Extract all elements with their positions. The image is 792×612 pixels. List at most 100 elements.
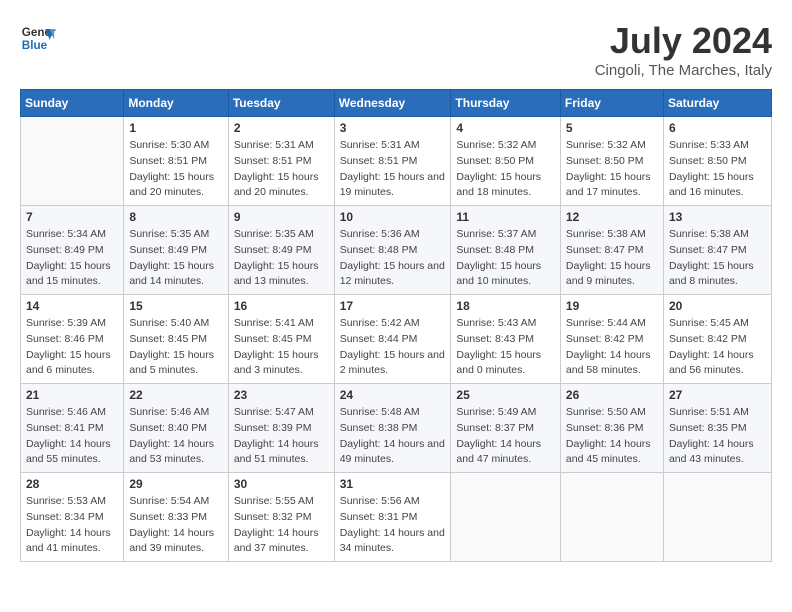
day-info: Sunrise: 5:34 AMSunset: 8:49 PMDaylight:… — [26, 227, 118, 290]
day-cell: 27 Sunrise: 5:51 AMSunset: 8:35 PMDayligh… — [663, 384, 771, 473]
day-number: 26 — [566, 388, 658, 402]
day-cell — [21, 117, 124, 206]
day-cell: 17Sunrise: 5:42 AMSunset: 8:44 PMDayligh… — [334, 295, 451, 384]
day-number: 5 — [566, 121, 658, 135]
week-row-2: 7 Sunrise: 5:34 AMSunset: 8:49 PMDaylight… — [21, 206, 772, 295]
calendar-table: SundayMondayTuesdayWednesdayThursdayFrid… — [20, 89, 772, 562]
day-info: Sunrise: 5:32 AMSunset: 8:50 PMDaylight:… — [566, 138, 658, 201]
day-cell: 12 Sunrise: 5:38 AMSunset: 8:47 PMDayligh… — [560, 206, 663, 295]
day-cell: 6 Sunrise: 5:33 AMSunset: 8:50 PMDaylight… — [663, 117, 771, 206]
day-info: Sunrise: 5:42 AMSunset: 8:44 PMDaylight:… — [340, 316, 446, 379]
day-number: 8 — [129, 210, 222, 224]
day-info: Sunrise: 5:44 AMSunset: 8:42 PMDaylight:… — [566, 316, 658, 379]
day-cell — [560, 473, 663, 562]
day-cell: 23Sunrise: 5:47 AMSunset: 8:39 PMDayligh… — [228, 384, 334, 473]
day-info: Sunrise: 5:36 AMSunset: 8:48 PMDaylight:… — [340, 227, 446, 290]
col-header-sunday: Sunday — [21, 90, 124, 117]
day-info: Sunrise: 5:41 AMSunset: 8:45 PMDaylight:… — [234, 316, 329, 379]
day-cell — [451, 473, 561, 562]
day-number: 4 — [456, 121, 555, 135]
logo: General Blue — [20, 20, 56, 56]
day-info: Sunrise: 5:33 AMSunset: 8:50 PMDaylight:… — [669, 138, 766, 201]
day-number: 14 — [26, 299, 118, 313]
day-info: Sunrise: 5:51 AMSunset: 8:35 PMDaylight:… — [669, 405, 766, 468]
day-cell: 9Sunrise: 5:35 AMSunset: 8:49 PMDaylight… — [228, 206, 334, 295]
calendar-header-row: SundayMondayTuesdayWednesdayThursdayFrid… — [21, 90, 772, 117]
day-cell: 14 Sunrise: 5:39 AMSunset: 8:46 PMDayligh… — [21, 295, 124, 384]
week-row-5: 28 Sunrise: 5:53 AMSunset: 8:34 PMDayligh… — [21, 473, 772, 562]
day-info: Sunrise: 5:53 AMSunset: 8:34 PMDaylight:… — [26, 494, 118, 557]
day-info: Sunrise: 5:48 AMSunset: 8:38 PMDaylight:… — [340, 405, 446, 468]
day-cell: 8 Sunrise: 5:35 AMSunset: 8:49 PMDaylight… — [124, 206, 228, 295]
col-header-saturday: Saturday — [663, 90, 771, 117]
day-info: Sunrise: 5:37 AMSunset: 8:48 PMDaylight:… — [456, 227, 555, 290]
day-cell: 7 Sunrise: 5:34 AMSunset: 8:49 PMDaylight… — [21, 206, 124, 295]
day-info: Sunrise: 5:46 AMSunset: 8:41 PMDaylight:… — [26, 405, 118, 468]
day-cell: 24Sunrise: 5:48 AMSunset: 8:38 PMDayligh… — [334, 384, 451, 473]
day-info: Sunrise: 5:47 AMSunset: 8:39 PMDaylight:… — [234, 405, 329, 468]
day-cell: 2 Sunrise: 5:31 AMSunset: 8:51 PMDaylight… — [228, 117, 334, 206]
day-number: 27 — [669, 388, 766, 402]
month-title: July 2024 — [595, 20, 772, 62]
day-number: 12 — [566, 210, 658, 224]
week-row-1: 1 Sunrise: 5:30 AMSunset: 8:51 PMDaylight… — [21, 117, 772, 206]
day-info: Sunrise: 5:31 AMSunset: 8:51 PMDaylight:… — [234, 138, 329, 201]
day-info: Sunrise: 5:55 AMSunset: 8:32 PMDaylight:… — [234, 494, 329, 557]
day-number: 30 — [234, 477, 329, 491]
day-cell: 20 Sunrise: 5:45 AMSunset: 8:42 PMDayligh… — [663, 295, 771, 384]
svg-text:Blue: Blue — [22, 39, 48, 52]
col-header-tuesday: Tuesday — [228, 90, 334, 117]
day-number: 1 — [129, 121, 222, 135]
day-cell: 16 Sunrise: 5:41 AMSunset: 8:45 PMDayligh… — [228, 295, 334, 384]
day-info: Sunrise: 5:39 AMSunset: 8:46 PMDaylight:… — [26, 316, 118, 379]
day-number: 7 — [26, 210, 118, 224]
day-number: 13 — [669, 210, 766, 224]
day-number: 25 — [456, 388, 555, 402]
day-number: 6 — [669, 121, 766, 135]
day-cell: 10 Sunrise: 5:36 AMSunset: 8:48 PMDayligh… — [334, 206, 451, 295]
day-info: Sunrise: 5:38 AMSunset: 8:47 PMDaylight:… — [566, 227, 658, 290]
day-number: 10 — [340, 210, 446, 224]
day-cell: 11Sunrise: 5:37 AMSunset: 8:48 PMDayligh… — [451, 206, 561, 295]
day-number: 21 — [26, 388, 118, 402]
col-header-wednesday: Wednesday — [334, 90, 451, 117]
day-cell: 5 Sunrise: 5:32 AMSunset: 8:50 PMDaylight… — [560, 117, 663, 206]
day-number: 2 — [234, 121, 329, 135]
day-info: Sunrise: 5:40 AMSunset: 8:45 PMDaylight:… — [129, 316, 222, 379]
col-header-monday: Monday — [124, 90, 228, 117]
day-number: 3 — [340, 121, 446, 135]
day-cell: 31Sunrise: 5:56 AMSunset: 8:31 PMDayligh… — [334, 473, 451, 562]
day-info: Sunrise: 5:35 AMSunset: 8:49 PMDaylight:… — [129, 227, 222, 290]
day-number: 22 — [129, 388, 222, 402]
day-cell: 21 Sunrise: 5:46 AMSunset: 8:41 PMDayligh… — [21, 384, 124, 473]
day-info: Sunrise: 5:54 AMSunset: 8:33 PMDaylight:… — [129, 494, 222, 557]
day-number: 20 — [669, 299, 766, 313]
day-info: Sunrise: 5:38 AMSunset: 8:47 PMDaylight:… — [669, 227, 766, 290]
day-cell: 30 Sunrise: 5:55 AMSunset: 8:32 PMDayligh… — [228, 473, 334, 562]
day-number: 18 — [456, 299, 555, 313]
title-area: July 2024 Cingoli, The Marches, Italy — [595, 20, 772, 79]
logo-icon: General Blue — [20, 20, 56, 56]
col-header-thursday: Thursday — [451, 90, 561, 117]
header: General Blue July 2024 Cingoli, The Marc… — [20, 20, 772, 79]
week-row-4: 21 Sunrise: 5:46 AMSunset: 8:41 PMDayligh… — [21, 384, 772, 473]
day-info: Sunrise: 5:43 AMSunset: 8:43 PMDaylight:… — [456, 316, 555, 379]
day-info: Sunrise: 5:32 AMSunset: 8:50 PMDaylight:… — [456, 138, 555, 201]
day-info: Sunrise: 5:56 AMSunset: 8:31 PMDaylight:… — [340, 494, 446, 557]
day-number: 28 — [26, 477, 118, 491]
day-cell: 29 Sunrise: 5:54 AMSunset: 8:33 PMDayligh… — [124, 473, 228, 562]
day-info: Sunrise: 5:30 AMSunset: 8:51 PMDaylight:… — [129, 138, 222, 201]
day-cell: 19 Sunrise: 5:44 AMSunset: 8:42 PMDayligh… — [560, 295, 663, 384]
day-info: Sunrise: 5:45 AMSunset: 8:42 PMDaylight:… — [669, 316, 766, 379]
day-cell: 28 Sunrise: 5:53 AMSunset: 8:34 PMDayligh… — [21, 473, 124, 562]
day-info: Sunrise: 5:35 AMSunset: 8:49 PMDaylight:… — [234, 227, 329, 290]
day-number: 16 — [234, 299, 329, 313]
day-cell: 4 Sunrise: 5:32 AMSunset: 8:50 PMDaylight… — [451, 117, 561, 206]
day-cell: 22Sunrise: 5:46 AMSunset: 8:40 PMDayligh… — [124, 384, 228, 473]
day-number: 29 — [129, 477, 222, 491]
day-number: 15 — [129, 299, 222, 313]
day-cell: 13 Sunrise: 5:38 AMSunset: 8:47 PMDayligh… — [663, 206, 771, 295]
day-info: Sunrise: 5:49 AMSunset: 8:37 PMDaylight:… — [456, 405, 555, 468]
day-cell: 26Sunrise: 5:50 AMSunset: 8:36 PMDayligh… — [560, 384, 663, 473]
day-number: 19 — [566, 299, 658, 313]
